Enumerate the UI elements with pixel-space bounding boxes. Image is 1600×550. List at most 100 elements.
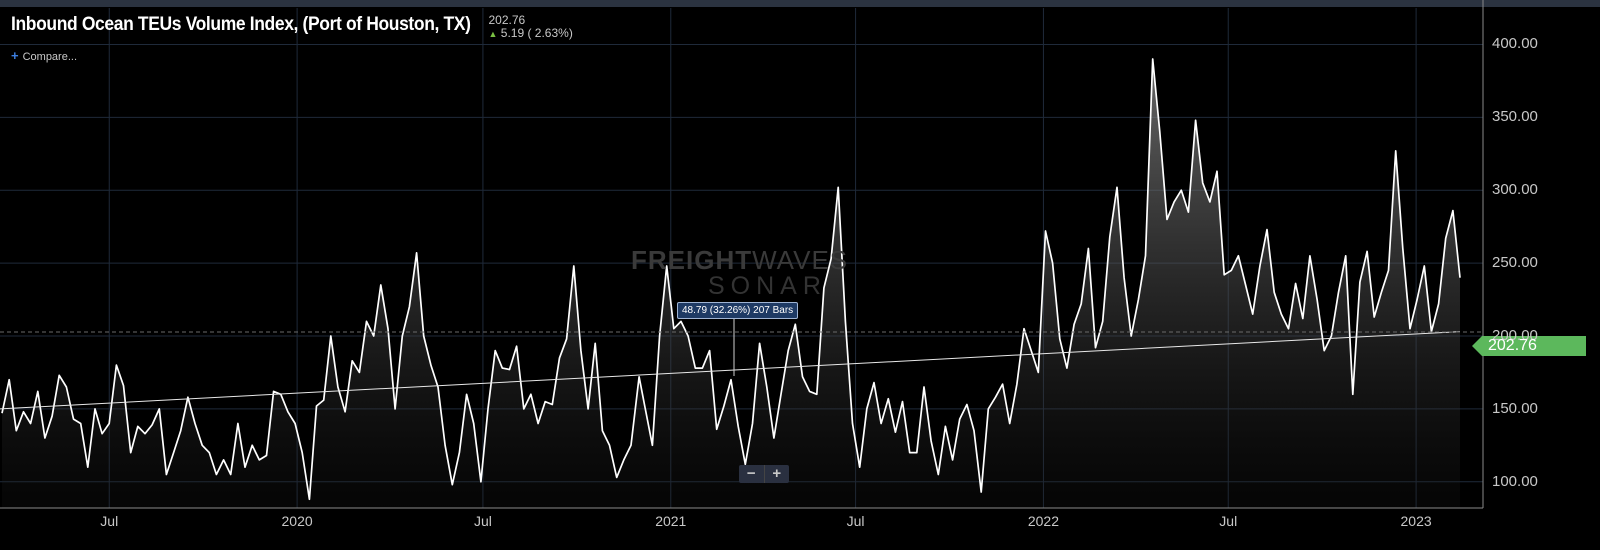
data-point <box>952 459 954 461</box>
data-point <box>208 452 210 454</box>
data-point <box>387 328 389 330</box>
watermark-product: SONAR <box>708 272 827 300</box>
data-point <box>1359 281 1361 283</box>
y-tick-label: 100.00 <box>1492 472 1538 490</box>
data-point <box>194 423 196 425</box>
data-point <box>273 390 275 392</box>
data-point <box>1159 131 1161 133</box>
data-point <box>880 423 882 425</box>
data-point <box>187 396 189 398</box>
data-point <box>1230 269 1232 271</box>
data-point <box>373 335 375 337</box>
data-point <box>1209 201 1211 203</box>
data-point <box>773 437 775 439</box>
data-point <box>215 474 217 476</box>
data-point <box>330 335 332 337</box>
data-point <box>594 342 596 344</box>
data-point <box>351 360 353 362</box>
data-point <box>1438 303 1440 305</box>
chart-title: Inbound Ocean TEUs Volume Index, (Port o… <box>11 14 471 35</box>
watermark-brand-light: WAVES <box>752 245 849 275</box>
data-point <box>944 425 946 427</box>
zoom-out-button[interactable]: − <box>739 465 764 483</box>
data-point <box>959 418 961 420</box>
data-point <box>794 323 796 325</box>
data-point <box>1145 255 1147 257</box>
data-point <box>1152 58 1154 60</box>
data-point <box>1202 182 1204 184</box>
data-point <box>1023 328 1025 330</box>
data-point <box>902 401 904 403</box>
data-point <box>566 338 568 340</box>
data-point <box>980 491 982 493</box>
data-point <box>1445 237 1447 239</box>
data-point <box>1373 316 1375 318</box>
data-point <box>537 423 539 425</box>
y-tick-label: 400.00 <box>1492 35 1538 53</box>
x-tick-label: 2021 <box>655 513 687 529</box>
data-point <box>437 386 439 388</box>
data-point <box>909 452 911 454</box>
data-point <box>1087 248 1089 250</box>
data-point <box>1180 189 1182 191</box>
data-point <box>1 412 3 414</box>
data-point <box>244 466 246 468</box>
data-point <box>1345 255 1347 257</box>
data-point <box>1395 150 1397 152</box>
change-percent: ( 2.63%) <box>527 26 573 40</box>
x-tick-label: Jul <box>846 513 865 529</box>
data-point <box>1366 250 1368 252</box>
data-point <box>130 452 132 454</box>
data-point <box>516 345 518 347</box>
data-point <box>308 498 310 500</box>
data-point <box>1237 255 1239 257</box>
data-point <box>580 350 582 352</box>
x-tick-label: 2023 <box>1400 513 1432 529</box>
zoom-in-button[interactable]: + <box>765 465 790 483</box>
data-point <box>1280 313 1282 315</box>
data-point <box>1273 291 1275 293</box>
data-point <box>108 423 110 425</box>
compare-button[interactable]: + Compare... <box>11 48 77 63</box>
data-point <box>444 444 446 446</box>
data-point <box>601 430 603 432</box>
compare-label: Compare... <box>22 51 78 63</box>
data-point <box>687 335 689 337</box>
data-point <box>1223 274 1225 276</box>
watermark-brand-bold: FREIGHT <box>631 245 753 275</box>
data-point <box>1166 218 1168 220</box>
data-point <box>995 396 997 398</box>
data-point <box>802 376 804 378</box>
data-point <box>694 367 696 369</box>
data-point <box>165 474 167 476</box>
data-point <box>137 425 139 427</box>
x-tick-label: Jul <box>1219 513 1238 529</box>
data-point <box>1459 277 1461 279</box>
data-point <box>1216 170 1218 172</box>
measure-tooltip: 48.79 (32.26%) 207 Bars <box>677 302 799 319</box>
data-point <box>316 405 318 407</box>
data-point <box>1073 323 1075 325</box>
data-point <box>1295 283 1297 285</box>
data-point <box>1452 210 1454 212</box>
data-point <box>1423 265 1425 267</box>
data-point <box>158 408 160 410</box>
data-point <box>1059 338 1061 340</box>
data-point <box>487 408 489 410</box>
data-point <box>258 459 260 461</box>
data-point <box>1309 255 1311 257</box>
data-point <box>480 481 482 483</box>
last-value-badge-text: 202.76 <box>1488 337 1537 354</box>
data-point <box>630 444 632 446</box>
data-point <box>587 408 589 410</box>
change-value: 5.19 <box>500 26 525 40</box>
data-point <box>1116 186 1118 188</box>
data-point <box>8 379 10 381</box>
plus-icon: + <box>11 48 19 63</box>
data-point <box>644 408 646 410</box>
data-point <box>51 415 53 417</box>
data-point <box>730 379 732 381</box>
data-point <box>201 444 203 446</box>
data-point <box>1323 350 1325 352</box>
data-point <box>1095 347 1097 349</box>
